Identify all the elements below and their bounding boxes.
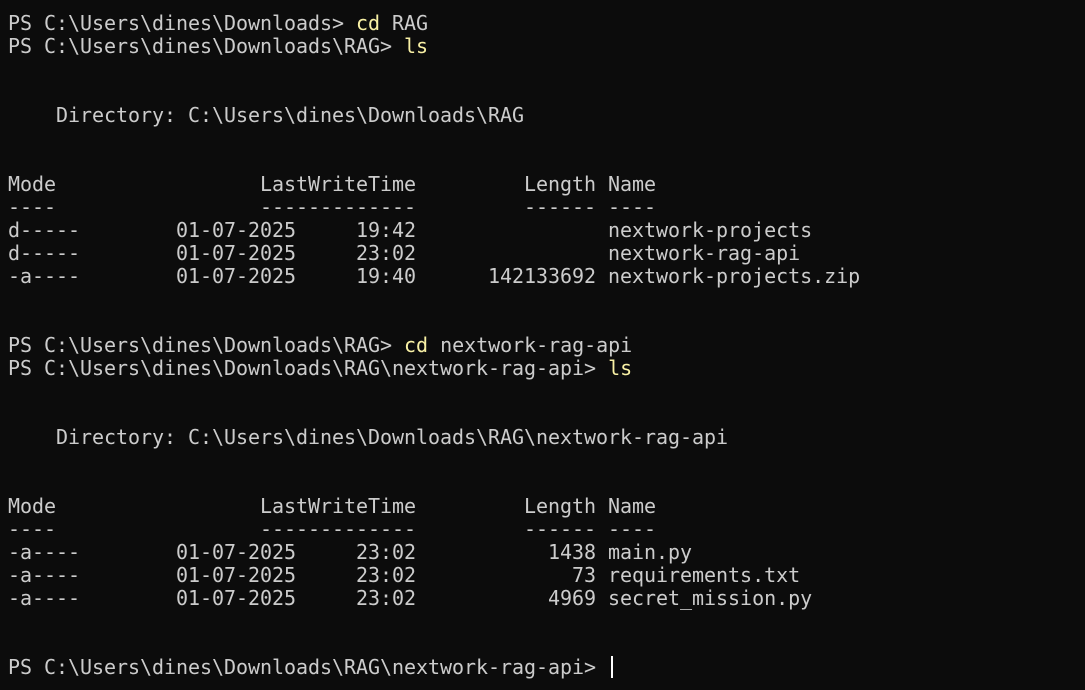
listing-header: Mode LastWriteTime Length Name xyxy=(8,173,657,196)
listing-row: -a---- 01-07-2025 19:40 142133692 nextwo… xyxy=(8,265,861,288)
prompt: PS C:\Users\dines\Downloads> xyxy=(8,12,357,35)
listing-row: -a---- 01-07-2025 23:02 4969 secret_miss… xyxy=(8,587,813,610)
text-cursor[interactable] xyxy=(611,656,614,678)
prompt: PS C:\Users\dines\Downloads\RAG> xyxy=(8,334,405,357)
command: ls xyxy=(608,357,633,380)
terminal-line: PS C:\Users\dines\Downloads\RAG\nextwork… xyxy=(8,357,1085,380)
command: ls xyxy=(404,35,429,58)
listing-row: d----- 01-07-2025 19:42 nextwork-project… xyxy=(8,219,813,242)
prompt: PS C:\Users\dines\Downloads\RAG> xyxy=(8,35,405,58)
directory-heading: Directory: C:\Users\dines\Downloads\RAG\… xyxy=(8,426,729,449)
command: cd xyxy=(404,334,429,357)
listing-underline: ---- ------------- ------ ---- xyxy=(8,518,657,541)
directory-heading: Directory: C:\Users\dines\Downloads\RAG xyxy=(8,104,525,127)
prompt: PS C:\Users\dines\Downloads\RAG\nextwork… xyxy=(8,656,609,679)
listing-row: d----- 01-07-2025 23:02 nextwork-rag-api xyxy=(8,242,801,265)
listing-row: -a---- 01-07-2025 23:02 73 requirements.… xyxy=(8,564,801,587)
listing-row: -a---- 01-07-2025 23:02 1438 main.py xyxy=(8,541,693,564)
terminal-line: PS C:\Users\dines\Downloads\RAG\nextwork… xyxy=(8,656,1085,679)
terminal-line: PS C:\Users\dines\Downloads\RAG> cd next… xyxy=(8,334,1085,357)
command-args: nextwork-rag-api xyxy=(428,334,633,357)
command-args: RAG xyxy=(380,12,429,35)
terminal-window[interactable]: PS C:\Users\dines\Downloads> cd RAG PS C… xyxy=(0,0,1085,690)
listing-underline: ---- ------------- ------ ---- xyxy=(8,196,657,219)
terminal-line: PS C:\Users\dines\Downloads> cd RAG xyxy=(8,12,1085,35)
terminal-line: PS C:\Users\dines\Downloads\RAG> ls xyxy=(8,35,1085,58)
listing-header: Mode LastWriteTime Length Name xyxy=(8,495,657,518)
prompt: PS C:\Users\dines\Downloads\RAG\nextwork… xyxy=(8,357,609,380)
command: cd xyxy=(356,12,381,35)
